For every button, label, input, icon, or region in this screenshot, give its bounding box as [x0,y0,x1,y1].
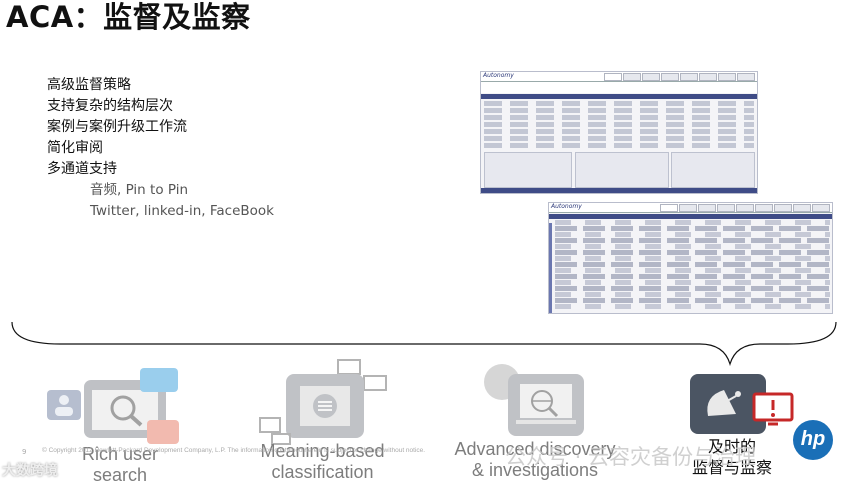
magnifier-user-icon [47,368,179,444]
satellite-dish-alert-icon [690,374,794,434]
hierarchy-document-icon [259,359,387,445]
watermark-left: 大数跨境 [2,463,58,479]
bullet-item: 案例与案例升级工作流 [47,119,187,135]
copyright-notice: © Copyright 2012 Hewlett-Packard Develop… [42,447,426,454]
hp-logo: hp [793,420,833,460]
dashboard-screenshot: Autonomy [480,71,758,194]
sub-bullet-item: Twitter, linked-in, FaceBook [90,203,274,219]
sub-bullet-item: 音频, Pin to Pin [90,182,189,198]
watermark-right: 公众号 · 云容灾备份与治理 [505,445,757,469]
app-logo: Autonomy [551,203,582,210]
globe-laptop-icon [484,364,584,436]
feature-advanced-discovery [480,362,590,442]
review-queue-screenshot: Autonomy [548,202,833,314]
bullet-item: 高级监督策略 [47,77,131,93]
feature-caption-line: search [92,465,148,485]
feature-rich-user-search [47,368,187,448]
bullet-list: 高级监督策略 支持复杂的结构层次 案例与案例升级工作流 简化审阅 多通道支持 音… [47,75,377,222]
slide-title: ACA：监督及监察 [6,0,251,34]
feature-caption-line: classification [271,462,374,482]
bullet-item: 多通道支持 [47,161,117,177]
page-number: 9 [22,448,27,456]
bullet-item: 支持复杂的结构层次 [47,98,173,114]
app-logo: Autonomy [483,72,514,79]
feature-timely-supervision [688,372,798,438]
bullet-item: 简化审阅 [47,140,103,156]
feature-meaning-based-classification [258,358,393,446]
